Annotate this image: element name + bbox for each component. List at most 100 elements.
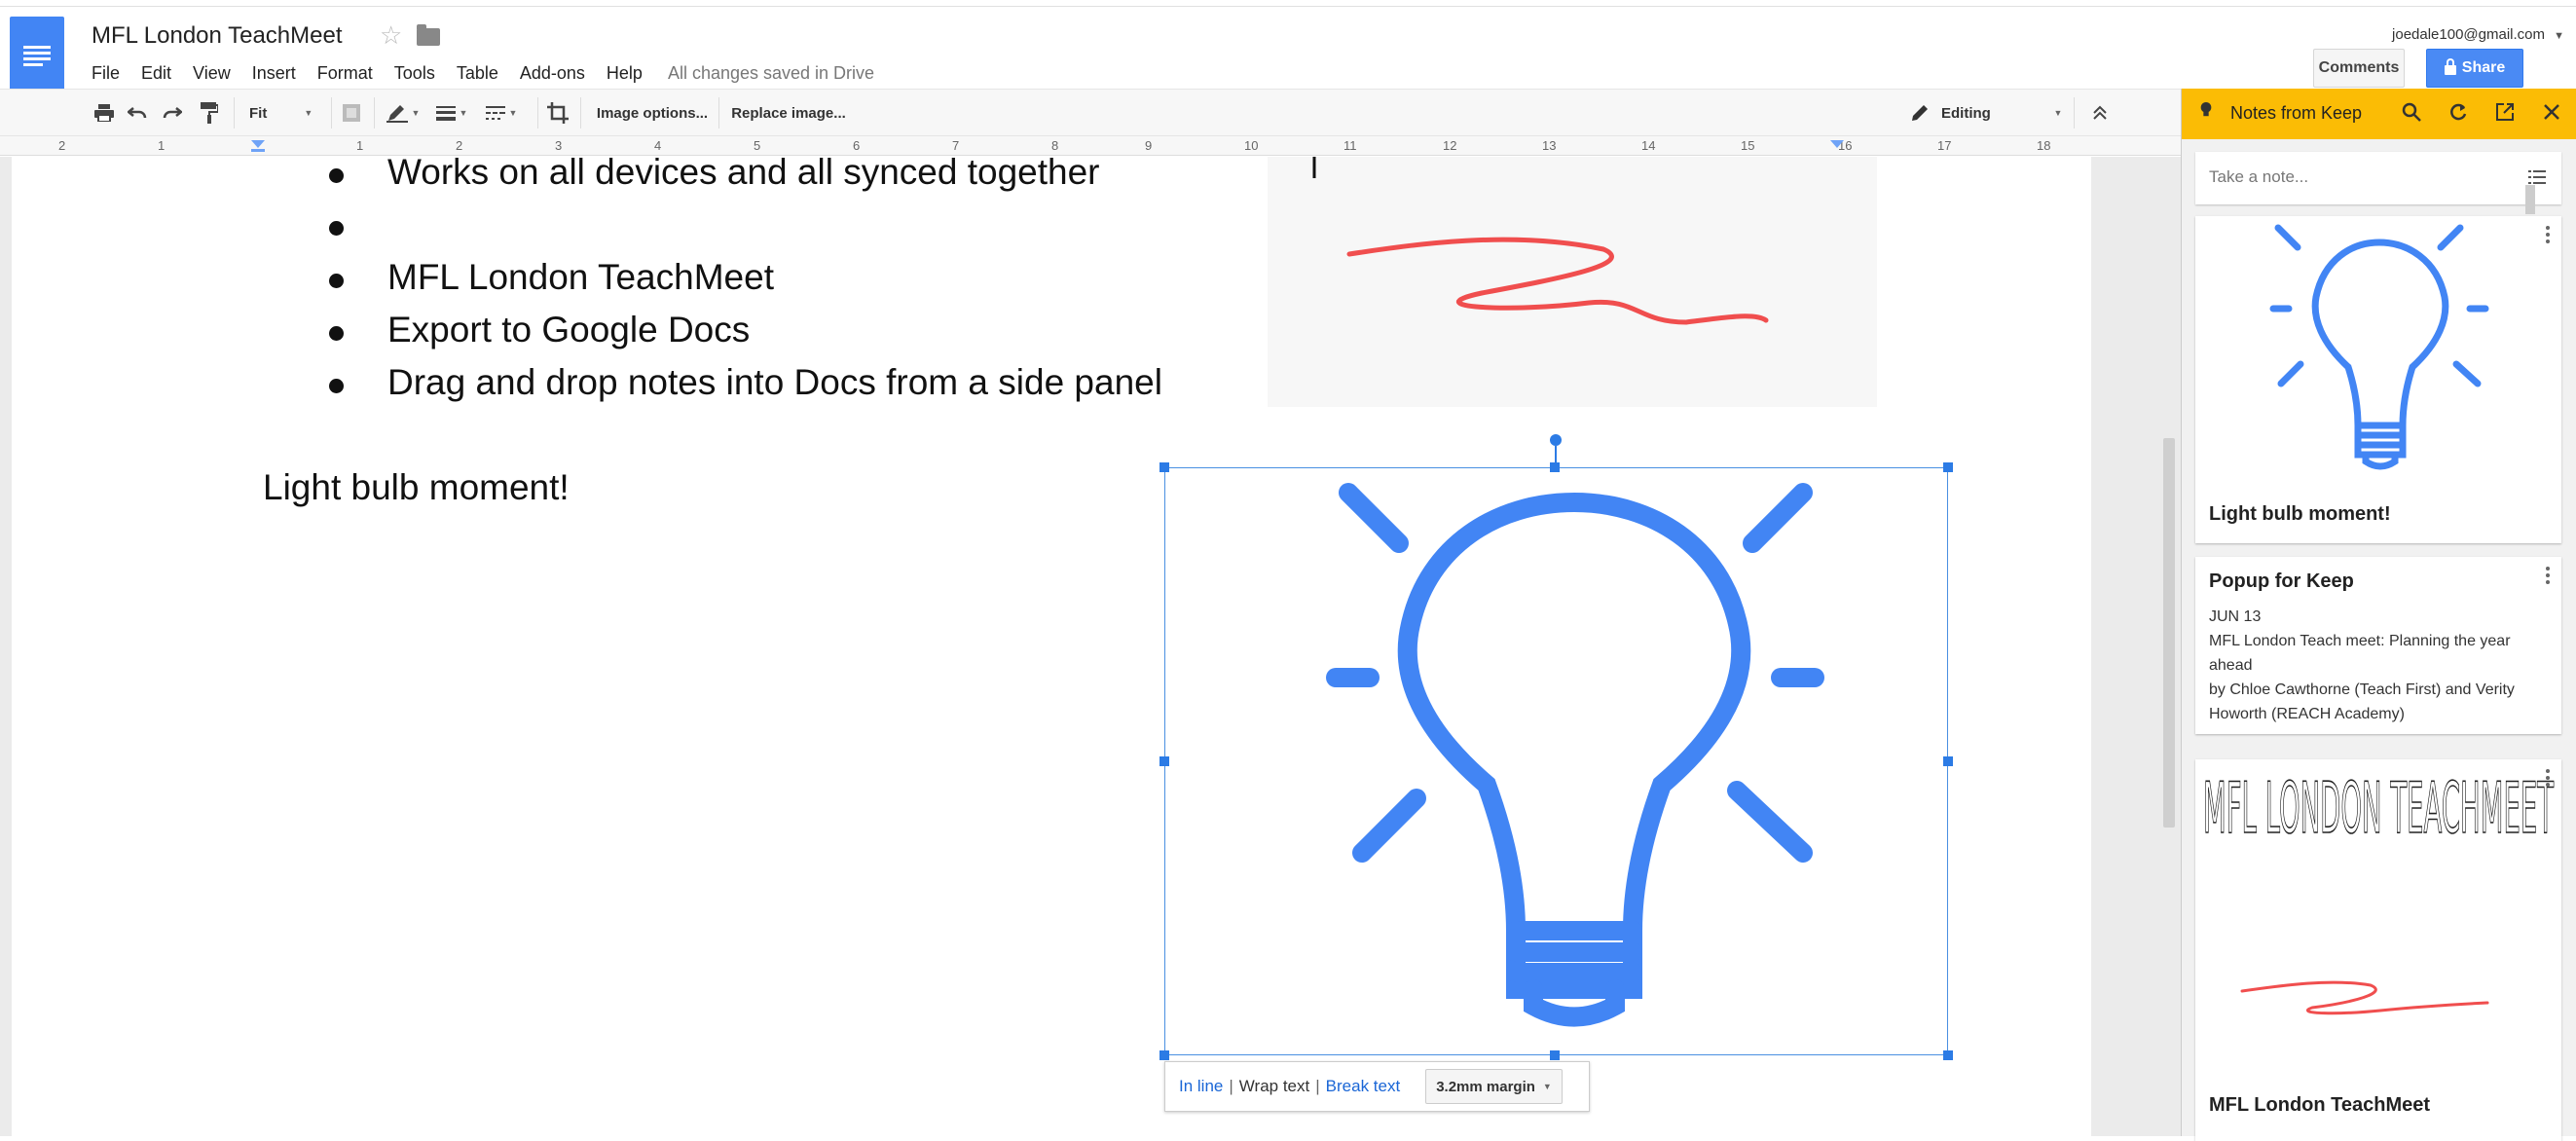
card-menu-icon[interactable] <box>2546 769 2550 790</box>
resize-handle[interactable] <box>1943 756 1953 766</box>
ruler-label: 8 <box>1051 138 1059 153</box>
left-indent-marker-icon[interactable] <box>251 140 265 152</box>
bullet-icon <box>329 326 344 341</box>
bullet-text[interactable]: Drag and drop notes into Docs from a sid… <box>387 362 1162 403</box>
card-line: MFL London Teach meet: Planning the year… <box>2209 633 2511 674</box>
resize-handle[interactable] <box>1943 1050 1953 1060</box>
rotate-handle[interactable] <box>1550 434 1562 446</box>
zoom-select[interactable]: Fit ▼ <box>249 99 327 127</box>
keep-note-card[interactable]: MFL LONDON TEACHMEET MFL London TeachMee… <box>2195 759 2561 1141</box>
lightbulb-icon <box>1326 483 1824 1027</box>
print-icon[interactable] <box>92 99 117 127</box>
border-color-icon[interactable]: ▼ <box>384 99 423 127</box>
undo-icon[interactable] <box>125 99 150 127</box>
background-color-icon[interactable] <box>339 99 364 127</box>
menu-table[interactable]: Table <box>457 63 498 87</box>
card-line: by Chloe Cawthorne (Teach First) and Ver… <box>2209 681 2515 722</box>
keep-header: Notes from Keep <box>2182 89 2576 139</box>
crop-icon[interactable] <box>543 99 572 127</box>
handwriting-image: MFL LONDON TEACHMEET <box>2202 766 2555 1015</box>
margin-caret-icon: ▼ <box>1542 1082 1552 1091</box>
ruler-label: 1 <box>356 138 364 153</box>
pencil-icon <box>1912 105 1928 121</box>
resize-handle[interactable] <box>1943 462 1953 472</box>
resize-handle[interactable] <box>1550 1050 1560 1060</box>
refresh-icon[interactable] <box>2447 102 2470 126</box>
editing-mode-select[interactable]: Editing <box>1910 99 2066 127</box>
open-in-new-icon[interactable] <box>2493 102 2517 126</box>
break-text-option[interactable]: Break text <box>1326 1077 1401 1096</box>
margin-select[interactable]: 3.2mm margin ▼ <box>1425 1069 1563 1104</box>
keep-scrollbar[interactable] <box>2525 185 2535 214</box>
document-title[interactable]: MFL London TeachMeet <box>92 22 343 50</box>
keep-note-card[interactable]: Popup for Keep JUN 13 MFL London Teach m… <box>2195 557 2561 734</box>
ruler-label: 6 <box>853 138 861 153</box>
ruler-label: 4 <box>654 138 662 153</box>
ruler-label: 10 <box>1244 138 1259 153</box>
resize-handle[interactable] <box>1159 462 1169 472</box>
caption-text[interactable]: Light bulb moment! <box>263 467 570 508</box>
scribble-image[interactable] <box>1268 157 1877 407</box>
right-indent-marker-icon[interactable] <box>1830 140 1844 150</box>
image-wrap-bar: In line | Wrap text | Break text 3.2mm m… <box>1164 1061 1590 1112</box>
menu-tools[interactable]: Tools <box>394 63 435 87</box>
ruler-label: 1 <box>158 138 166 153</box>
editing-mode-caret-icon[interactable]: ▼ <box>2048 99 2068 127</box>
folder-icon[interactable] <box>417 24 440 46</box>
bullet-text[interactable]: Works on all devices and all synced toge… <box>387 152 1100 193</box>
ruler-label: 18 <box>2037 138 2051 153</box>
bullet-text[interactable]: MFL London TeachMeet <box>387 257 774 298</box>
inline-option[interactable]: In line <box>1179 1077 1223 1096</box>
share-button[interactable]: Share <box>2426 49 2523 88</box>
save-status[interactable]: All changes saved in Drive <box>668 63 874 87</box>
wrap-text-option[interactable]: Wrap text <box>1239 1077 1309 1096</box>
border-dash-icon[interactable]: ▼ <box>481 99 522 127</box>
search-icon[interactable] <box>2400 102 2423 126</box>
menu-bar: File Edit View Insert Format Tools Table… <box>92 63 896 87</box>
menu-format[interactable]: Format <box>317 63 373 87</box>
resize-handle[interactable] <box>1159 1050 1169 1060</box>
border-weight-icon[interactable]: ▼ <box>432 99 471 127</box>
zoom-caret-icon: ▼ <box>304 108 313 118</box>
keep-note-card[interactable]: Light bulb moment! <box>2195 216 2561 543</box>
menu-help[interactable]: Help <box>607 63 643 87</box>
account-email[interactable]: joedale100@gmail.com <box>2392 26 2545 43</box>
ruler-label: 15 <box>1741 138 1755 153</box>
card-menu-icon[interactable] <box>2546 226 2550 246</box>
bullet-text[interactable]: Export to Google Docs <box>387 310 750 350</box>
menu-addons[interactable]: Add-ons <box>520 63 585 87</box>
take-note-input[interactable]: Take a note... <box>2195 152 2561 204</box>
redo-icon[interactable] <box>160 99 185 127</box>
vertical-scrollbar[interactable] <box>2163 438 2175 828</box>
image-options-button[interactable]: Image options... <box>592 99 713 127</box>
selected-lightbulb-image[interactable] <box>1164 467 1948 1055</box>
resize-handle[interactable] <box>1550 462 1560 472</box>
card-title: MFL London TeachMeet <box>2209 1094 2431 1116</box>
ruler-label: 14 <box>1641 138 1656 153</box>
ruler-label: 13 <box>1542 138 1557 153</box>
paint-format-icon[interactable] <box>197 99 222 127</box>
star-icon[interactable]: ☆ <box>380 20 402 51</box>
account-caret-icon[interactable]: ▼ <box>2554 30 2564 42</box>
card-date: JUN 13 <box>2209 608 2262 625</box>
docs-header: MFL London TeachMeet ☆ File Edit View In… <box>0 7 2576 94</box>
docs-logo-icon[interactable] <box>10 17 64 94</box>
menu-view[interactable]: View <box>193 63 231 87</box>
close-icon[interactable] <box>2540 102 2563 126</box>
replace-image-button[interactable]: Replace image... <box>728 99 849 127</box>
card-menu-icon[interactable] <box>2546 567 2550 587</box>
ruler-label: 11 <box>1343 138 1357 153</box>
resize-handle[interactable] <box>1159 756 1169 766</box>
list-icon[interactable] <box>2528 169 2546 185</box>
ruler-label: 7 <box>952 138 960 153</box>
menu-file[interactable]: File <box>92 63 120 87</box>
ruler-label: 12 <box>1443 138 1457 153</box>
comments-button[interactable]: Comments <box>2313 49 2405 88</box>
menu-edit[interactable]: Edit <box>141 63 171 87</box>
zoom-value: Fit <box>249 104 268 122</box>
ruler-label: 9 <box>1145 138 1153 153</box>
keep-panel-title: Notes from Keep <box>2230 103 2363 123</box>
collapse-toolbar-icon[interactable] <box>2085 99 2115 127</box>
bullet-icon <box>329 168 344 183</box>
menu-insert[interactable]: Insert <box>252 63 296 87</box>
